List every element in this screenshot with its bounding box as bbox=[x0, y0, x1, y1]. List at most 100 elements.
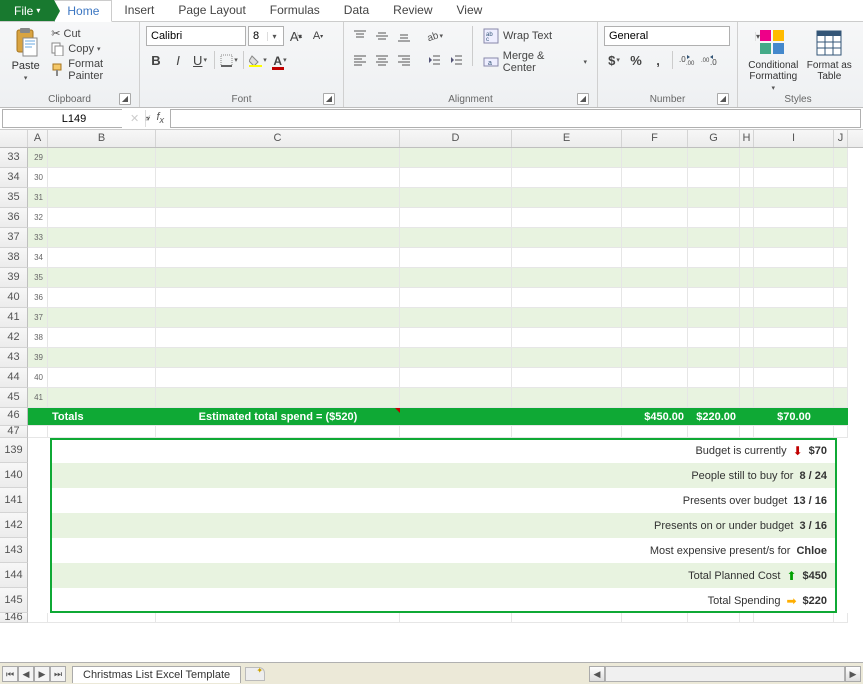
decrease-indent-button[interactable] bbox=[424, 50, 444, 70]
cell[interactable] bbox=[512, 268, 622, 288]
cell[interactable] bbox=[740, 228, 754, 248]
new-sheet-button[interactable] bbox=[245, 667, 265, 681]
cell[interactable] bbox=[48, 328, 156, 348]
cell[interactable] bbox=[400, 328, 512, 348]
totals-estimate[interactable]: Estimated total spend = ($520) bbox=[156, 408, 400, 426]
cell[interactable] bbox=[834, 168, 848, 188]
cell[interactable] bbox=[754, 368, 834, 388]
cell[interactable] bbox=[754, 288, 834, 308]
cell[interactable] bbox=[400, 348, 512, 368]
cell[interactable]: 35 bbox=[28, 268, 48, 288]
tab-page-layout[interactable]: Page Layout bbox=[166, 0, 257, 21]
cell[interactable] bbox=[156, 248, 400, 268]
cell[interactable] bbox=[740, 148, 754, 168]
cell[interactable] bbox=[48, 228, 156, 248]
cell[interactable] bbox=[834, 268, 848, 288]
totals-g[interactable]: $220.00 bbox=[688, 408, 740, 426]
align-middle-button[interactable] bbox=[372, 26, 392, 46]
cell[interactable] bbox=[740, 168, 754, 188]
cell[interactable] bbox=[688, 168, 740, 188]
cell[interactable] bbox=[754, 228, 834, 248]
cell[interactable] bbox=[400, 288, 512, 308]
cell[interactable] bbox=[688, 208, 740, 228]
cell[interactable] bbox=[48, 188, 156, 208]
cell[interactable]: 31 bbox=[28, 188, 48, 208]
cell[interactable] bbox=[834, 328, 848, 348]
cell[interactable] bbox=[740, 268, 754, 288]
sheet-nav-prev[interactable]: ◀ bbox=[18, 666, 34, 682]
cell[interactable] bbox=[156, 228, 400, 248]
fx-icon[interactable]: fx bbox=[156, 111, 164, 125]
increase-indent-button[interactable] bbox=[446, 50, 466, 70]
cell[interactable] bbox=[512, 228, 622, 248]
cell[interactable] bbox=[754, 348, 834, 368]
font-name-combo[interactable]: ▾ bbox=[146, 26, 246, 46]
row-header[interactable]: 146 bbox=[0, 613, 28, 623]
cell[interactable] bbox=[622, 388, 688, 408]
cell[interactable] bbox=[156, 328, 400, 348]
hscroll-right[interactable]: ▶ bbox=[845, 666, 861, 682]
tab-review[interactable]: Review bbox=[381, 0, 444, 21]
cell[interactable] bbox=[622, 168, 688, 188]
align-right-button[interactable] bbox=[394, 50, 414, 70]
cell[interactable] bbox=[688, 368, 740, 388]
align-center-button[interactable] bbox=[372, 50, 392, 70]
row-header[interactable]: 38 bbox=[0, 248, 28, 268]
accounting-format-button[interactable]: $ bbox=[604, 50, 624, 70]
row-header[interactable]: 41 bbox=[0, 308, 28, 328]
sheet-nav-next[interactable]: ▶ bbox=[34, 666, 50, 682]
orientation-button[interactable]: ab bbox=[424, 26, 444, 46]
cell[interactable] bbox=[834, 288, 848, 308]
file-tab[interactable]: File ▾ bbox=[0, 0, 54, 21]
cell[interactable] bbox=[512, 288, 622, 308]
sheet-nav-first[interactable]: ⏮ bbox=[2, 666, 18, 682]
font-color-button[interactable]: A bbox=[270, 50, 290, 70]
sheet-tab-active[interactable]: Christmas List Excel Template bbox=[72, 666, 241, 683]
alignment-dialog-launcher[interactable]: ◢ bbox=[577, 93, 589, 105]
cell[interactable] bbox=[156, 288, 400, 308]
row-header[interactable]: 33 bbox=[0, 148, 28, 168]
cell[interactable] bbox=[512, 368, 622, 388]
cell[interactable] bbox=[156, 348, 400, 368]
cell[interactable] bbox=[754, 168, 834, 188]
cell[interactable] bbox=[156, 168, 400, 188]
row-header[interactable]: 36 bbox=[0, 208, 28, 228]
tab-formulas[interactable]: Formulas bbox=[258, 0, 332, 21]
cell[interactable] bbox=[834, 208, 848, 228]
cell[interactable] bbox=[834, 368, 848, 388]
cell[interactable] bbox=[740, 348, 754, 368]
tab-data[interactable]: Data bbox=[332, 0, 381, 21]
tab-insert[interactable]: Insert bbox=[112, 0, 166, 21]
cell[interactable] bbox=[622, 248, 688, 268]
cell[interactable] bbox=[740, 368, 754, 388]
cell[interactable] bbox=[156, 148, 400, 168]
cell[interactable] bbox=[834, 188, 848, 208]
cell[interactable] bbox=[688, 288, 740, 308]
cell[interactable] bbox=[834, 148, 848, 168]
cell[interactable]: 39 bbox=[28, 348, 48, 368]
row-header[interactable]: 34 bbox=[0, 168, 28, 188]
cell[interactable]: 32 bbox=[28, 208, 48, 228]
cell[interactable] bbox=[400, 308, 512, 328]
cell[interactable] bbox=[688, 148, 740, 168]
increase-decimal-button[interactable]: .0.00 bbox=[677, 50, 697, 70]
row-header[interactable]: 47 bbox=[0, 426, 28, 438]
cell[interactable] bbox=[688, 268, 740, 288]
cell[interactable] bbox=[400, 168, 512, 188]
cell[interactable]: 41 bbox=[28, 388, 48, 408]
totals-f[interactable]: $450.00 bbox=[622, 408, 688, 426]
cell[interactable] bbox=[754, 188, 834, 208]
tab-view[interactable]: View bbox=[445, 0, 495, 21]
cell[interactable] bbox=[400, 248, 512, 268]
shrink-font-button[interactable]: A▾ bbox=[308, 26, 328, 46]
font-dialog-launcher[interactable]: ◢ bbox=[323, 93, 335, 105]
row-header[interactable]: 45 bbox=[0, 388, 28, 408]
font-size-combo[interactable]: ▾ bbox=[248, 26, 284, 46]
cell[interactable] bbox=[740, 248, 754, 268]
cell[interactable] bbox=[688, 328, 740, 348]
cell[interactable] bbox=[400, 228, 512, 248]
column-headers[interactable]: ABCDEFGHIJ bbox=[0, 130, 863, 148]
name-box[interactable]: ▾ bbox=[2, 109, 122, 128]
cell[interactable] bbox=[48, 268, 156, 288]
cell[interactable] bbox=[622, 368, 688, 388]
